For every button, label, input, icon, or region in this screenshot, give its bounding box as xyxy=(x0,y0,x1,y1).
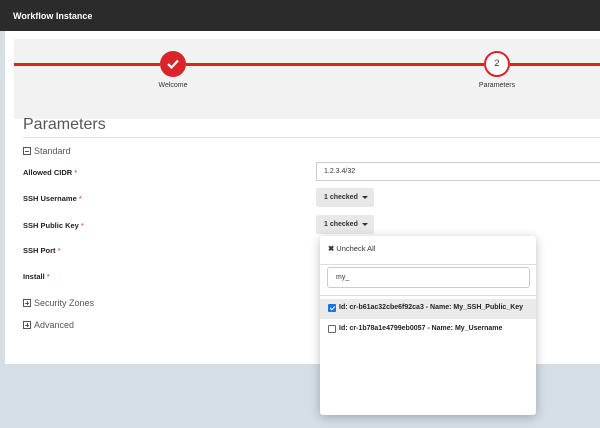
group-security-zones-label: Security Zones xyxy=(34,298,95,308)
dropdown-divider xyxy=(320,295,536,296)
expand-icon xyxy=(23,321,31,329)
dropdown-option[interactable]: Id: cr-1b78a1e4799eb0057 - Name: My_User… xyxy=(320,320,536,340)
group-advanced-toggle[interactable]: Advanced xyxy=(23,320,74,330)
ssh-username-dropdown[interactable]: 1 checked xyxy=(316,188,374,207)
expand-icon xyxy=(23,299,31,307)
allowed-cidr-input[interactable]: 1.2.3.4/32 xyxy=(316,162,600,181)
ssh-port-label: SSH Port * xyxy=(23,246,61,255)
collapse-icon xyxy=(23,147,31,155)
group-standard-toggle[interactable]: Standard xyxy=(23,146,71,156)
ssh-public-key-label: SSH Public Key * xyxy=(23,221,84,230)
step-welcome-label: Welcome xyxy=(158,82,188,89)
dropdown-divider xyxy=(320,264,536,265)
group-security-zones-toggle[interactable]: Security Zones xyxy=(23,298,94,308)
dropdown-filter-input[interactable]: my_ xyxy=(327,267,530,288)
close-icon: ✖ xyxy=(328,244,335,253)
window-title: Workflow Instance xyxy=(0,0,600,31)
ssh-public-key-dropdown-menu: ✖ Uncheck All my_ Id: cr-b61ac32cbe6f92ca… xyxy=(320,236,536,415)
ssh-username-label: SSH Username * xyxy=(23,194,82,203)
checkbox-checked[interactable] xyxy=(328,304,336,312)
option-label: Id: cr-b61ac32cbe6f92ca3 - Name: My_SSH_… xyxy=(339,304,524,311)
caret-down-icon xyxy=(361,195,368,199)
checkbox-unchecked[interactable] xyxy=(328,325,336,333)
group-advanced-label: Advanced xyxy=(34,320,75,330)
caret-down-icon xyxy=(361,222,368,226)
step-welcome-done[interactable] xyxy=(160,51,186,77)
option-label: Id: cr-1b78a1e4799eb0057 - Name: My_User… xyxy=(339,325,503,332)
wizard-progress: Welcome 2 Parameters xyxy=(14,39,600,119)
allowed-cidr-label: Allowed CIDR * xyxy=(23,168,78,177)
install-label: Install * xyxy=(23,272,50,281)
ssh-public-key-dropdown[interactable]: 1 checked xyxy=(316,215,374,234)
group-standard-label: Standard xyxy=(34,146,71,156)
wizard-line-right xyxy=(510,63,600,66)
uncheck-all-button[interactable]: ✖ Uncheck All xyxy=(328,244,375,253)
checkmark-icon xyxy=(167,59,179,70)
wizard-line-middle xyxy=(186,63,484,66)
wizard-line-left xyxy=(14,63,160,66)
dropdown-option[interactable]: Id: cr-b61ac32cbe6f92ca3 - Name: My_SSH_… xyxy=(320,299,536,319)
step-parameters-label: Parameters xyxy=(478,82,516,89)
section-title: Parameters xyxy=(23,116,106,133)
step-parameters-current[interactable]: 2 xyxy=(484,51,510,77)
section-divider xyxy=(23,137,600,138)
